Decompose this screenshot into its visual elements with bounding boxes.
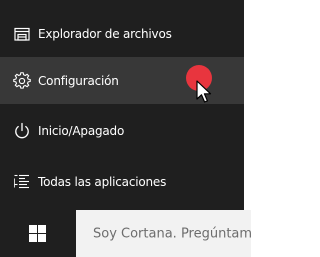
power-icon <box>13 122 31 140</box>
start-menu-item-label: Inicio/Apagado <box>38 123 125 138</box>
taskbar: Soy Cortana. Pregúntame lo que quieras <box>0 210 251 257</box>
start-button[interactable] <box>0 210 76 257</box>
mouse-pointer-icon <box>196 80 212 104</box>
settings-gear-icon <box>13 71 31 90</box>
start-menu-item-label: Todas las aplicaciones <box>38 174 167 189</box>
start-menu-item-label: Configuración <box>38 73 119 88</box>
windows-logo-icon <box>29 225 46 242</box>
start-menu: Explorador de archivos Configuración Ini… <box>0 0 244 210</box>
start-menu-item-file-explorer[interactable]: Explorador de archivos <box>0 10 244 57</box>
all-apps-icon <box>13 173 31 191</box>
desktop-edge <box>244 0 251 210</box>
start-menu-item-label: Explorador de archivos <box>38 26 172 41</box>
search-placeholder: Soy Cortana. Pregúntame lo que quieras <box>93 226 251 241</box>
start-menu-item-all-apps[interactable]: Todas las aplicaciones <box>0 158 244 205</box>
start-menu-item-power[interactable]: Inicio/Apagado <box>0 107 244 154</box>
file-explorer-icon <box>13 25 31 43</box>
cortana-search-box[interactable]: Soy Cortana. Pregúntame lo que quieras <box>76 210 251 257</box>
